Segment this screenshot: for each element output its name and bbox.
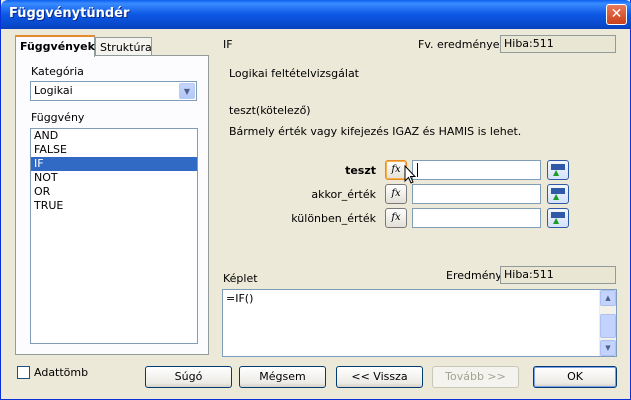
arg-input-then[interactable] [412, 184, 541, 204]
text-caret [417, 163, 418, 177]
result-value: Hiba:511 [500, 35, 616, 53]
shrink-select-button[interactable] [547, 184, 569, 204]
shrink-select-button[interactable] [547, 208, 569, 228]
result-label: Fv. eredménye: [418, 38, 504, 51]
fx-button-then[interactable]: fx [385, 184, 407, 204]
fx-button-else[interactable]: fx [385, 208, 407, 228]
ok-button[interactable]: OK [533, 366, 617, 388]
arg-input-test[interactable] [412, 160, 541, 180]
back-button[interactable]: << Vissza [336, 366, 423, 388]
tab-structure-label: Struktúra [100, 41, 152, 54]
param-description: Bármely érték vagy kifejezés IGAZ és HAM… [229, 125, 522, 138]
arg-label-then: akkor_érték [311, 188, 376, 201]
tab-functions-label: Függvények [20, 40, 95, 53]
list-item[interactable]: OR [31, 185, 197, 199]
mouse-pointer-icon [404, 165, 416, 184]
close-button[interactable]: ✕ [606, 4, 627, 25]
param-heading: teszt(kötelező) [229, 104, 311, 117]
arg-label-test: teszt [345, 164, 376, 177]
function-description: Logikai feltételvizsgálat [229, 67, 359, 80]
scroll-thumb[interactable] [600, 314, 616, 338]
function-list[interactable]: AND FALSE IF NOT OR TRUE [30, 128, 198, 344]
arg-input-else[interactable] [412, 208, 541, 228]
list-item-selected[interactable]: IF [31, 157, 197, 171]
formula-label: Képlet [223, 272, 258, 285]
function-wizard-dialog: Függvénytündér ✕ Függvények Struktúra Ka… [0, 0, 631, 400]
eredmeny-label: Eredmény [446, 269, 502, 282]
list-item[interactable]: FALSE [31, 143, 197, 157]
tab-functions[interactable]: Függvények [15, 35, 95, 57]
scroll-up-icon[interactable]: ▲ [600, 290, 616, 306]
chevron-down-icon[interactable]: ▼ [179, 83, 195, 99]
shrink-select-button[interactable] [547, 160, 569, 180]
list-item[interactable]: AND [31, 129, 197, 143]
list-item[interactable]: NOT [31, 171, 197, 185]
window-title: Függvénytündér [9, 6, 130, 21]
formula-scrollbar[interactable]: ▲ ▼ [599, 290, 616, 356]
arg-label-else: különben_érték [291, 212, 376, 225]
formula-editor[interactable]: =IF() ▲ ▼ [222, 289, 617, 357]
formula-text: =IF() [226, 292, 254, 305]
help-button[interactable]: Súgó [145, 366, 232, 388]
title-bar[interactable]: Függvénytündér ✕ [1, 0, 631, 29]
scroll-down-icon[interactable]: ▼ [600, 340, 616, 356]
array-checkbox[interactable] [17, 366, 30, 379]
category-value: Logikai [34, 84, 73, 97]
category-select[interactable]: Logikai ▼ [30, 81, 197, 101]
eredmeny-value: Hiba:511 [500, 266, 616, 284]
array-label: Adattömb [34, 366, 89, 379]
function-label: Függvény [31, 111, 85, 124]
cancel-button[interactable]: Mégsem [239, 366, 326, 388]
function-name: IF [223, 38, 233, 51]
list-item[interactable]: TRUE [31, 199, 197, 213]
category-label: Kategória [31, 65, 84, 78]
next-button[interactable]: Tovább >> [432, 366, 519, 388]
tab-structure[interactable]: Struktúra [95, 37, 152, 57]
